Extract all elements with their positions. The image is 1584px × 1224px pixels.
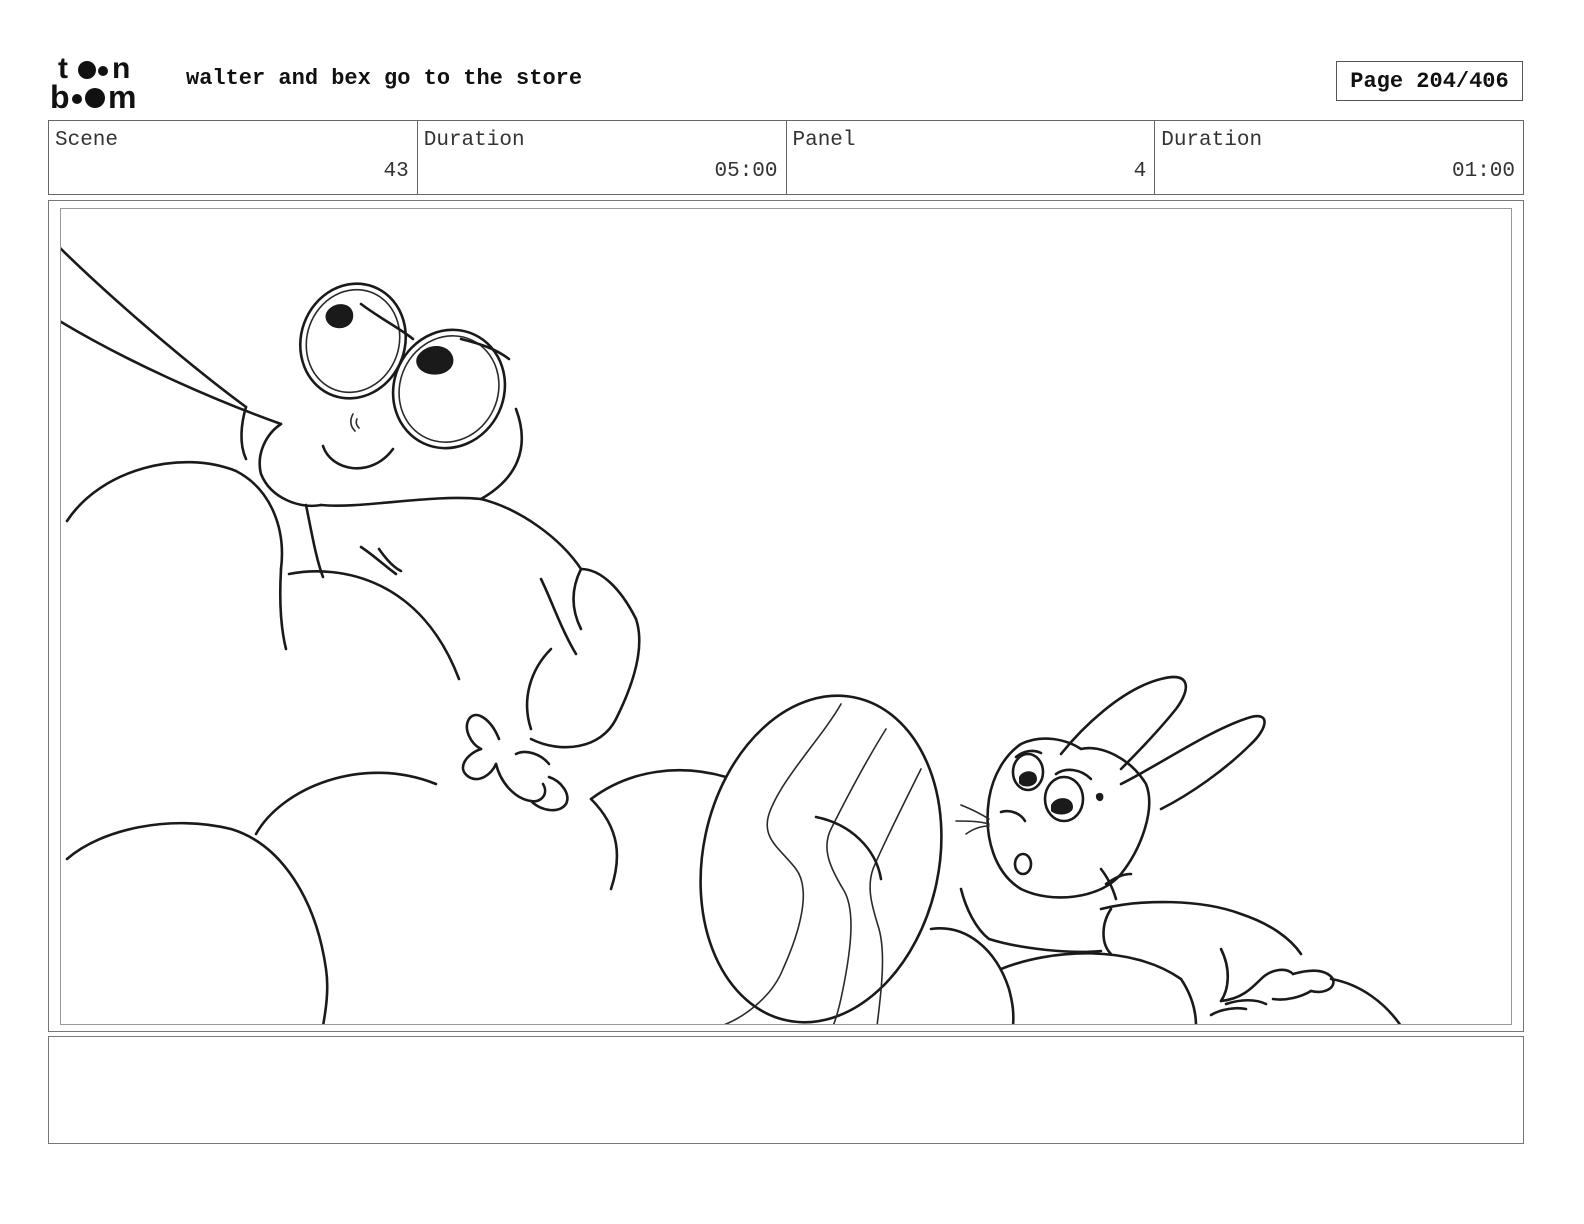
panel-cell: Panel 4 bbox=[787, 121, 1156, 194]
panel-notes-box[interactable] bbox=[48, 1036, 1524, 1144]
panel-duration-cell: Duration 01:00 bbox=[1155, 121, 1523, 194]
project-title: walter and bex go to the store bbox=[186, 66, 583, 91]
storyboard-panel bbox=[60, 208, 1512, 1025]
scene-duration-value: 05:00 bbox=[714, 160, 778, 183]
scene-info-bar: Scene 43 Duration 05:00 Panel 4 Duration… bbox=[48, 120, 1524, 195]
panel-value: 4 bbox=[1133, 160, 1147, 183]
panel-sketch bbox=[61, 247, 1402, 1024]
scene-label: Scene bbox=[55, 129, 119, 152]
scene-value: 43 bbox=[383, 160, 409, 183]
svg-text:m: m bbox=[108, 79, 136, 112]
scene-duration-label: Duration bbox=[423, 129, 525, 152]
svg-text:b: b bbox=[50, 79, 70, 112]
panel-label: Panel bbox=[792, 129, 856, 152]
scene-duration-cell: Duration 05:00 bbox=[418, 121, 787, 194]
scene-cell: Scene 43 bbox=[49, 121, 418, 194]
toon-boom-logo: t n b m bbox=[50, 52, 136, 112]
panel-duration-label: Duration bbox=[1161, 129, 1263, 152]
page-indicator: Page 204/406 bbox=[1336, 61, 1523, 101]
panel-duration-value: 01:00 bbox=[1451, 160, 1515, 183]
